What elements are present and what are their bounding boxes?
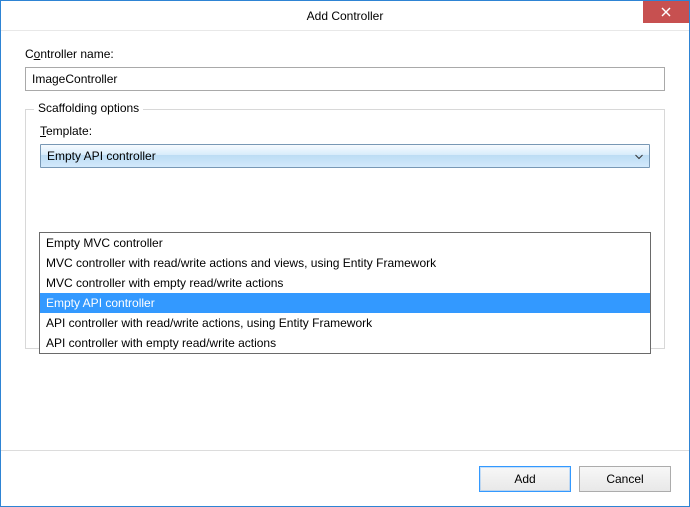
add-button[interactable]: Add [479, 466, 571, 492]
scaffolding-legend: Scaffolding options [34, 101, 143, 115]
template-label: Template: [40, 124, 650, 138]
template-option[interactable]: Empty API controller [40, 293, 650, 313]
close-button[interactable] [643, 1, 689, 23]
controller-name-label: Controller name: [25, 47, 665, 61]
title-bar: Add Controller [1, 1, 689, 31]
dialog-footer: Add Cancel [1, 450, 689, 506]
template-option[interactable]: Empty MVC controller [40, 233, 650, 253]
template-option[interactable]: API controller with read/write actions, … [40, 313, 650, 333]
controller-name-input[interactable] [25, 67, 665, 91]
template-option[interactable]: API controller with empty read/write act… [40, 333, 650, 353]
template-combobox[interactable]: Empty API controller [40, 144, 650, 168]
template-selected-value: Empty API controller [47, 149, 156, 163]
window-title: Add Controller [307, 9, 384, 23]
dialog-content: Controller name: Scaffolding options Tem… [1, 31, 689, 450]
close-icon [661, 7, 671, 17]
template-option[interactable]: MVC controller with read/write actions a… [40, 253, 650, 273]
template-dropdown-list[interactable]: Empty MVC controllerMVC controller with … [39, 232, 651, 354]
template-option[interactable]: MVC controller with empty read/write act… [40, 273, 650, 293]
chevron-down-icon [635, 149, 643, 163]
cancel-button[interactable]: Cancel [579, 466, 671, 492]
dialog-window: Add Controller Controller name: Scaffold… [0, 0, 690, 507]
